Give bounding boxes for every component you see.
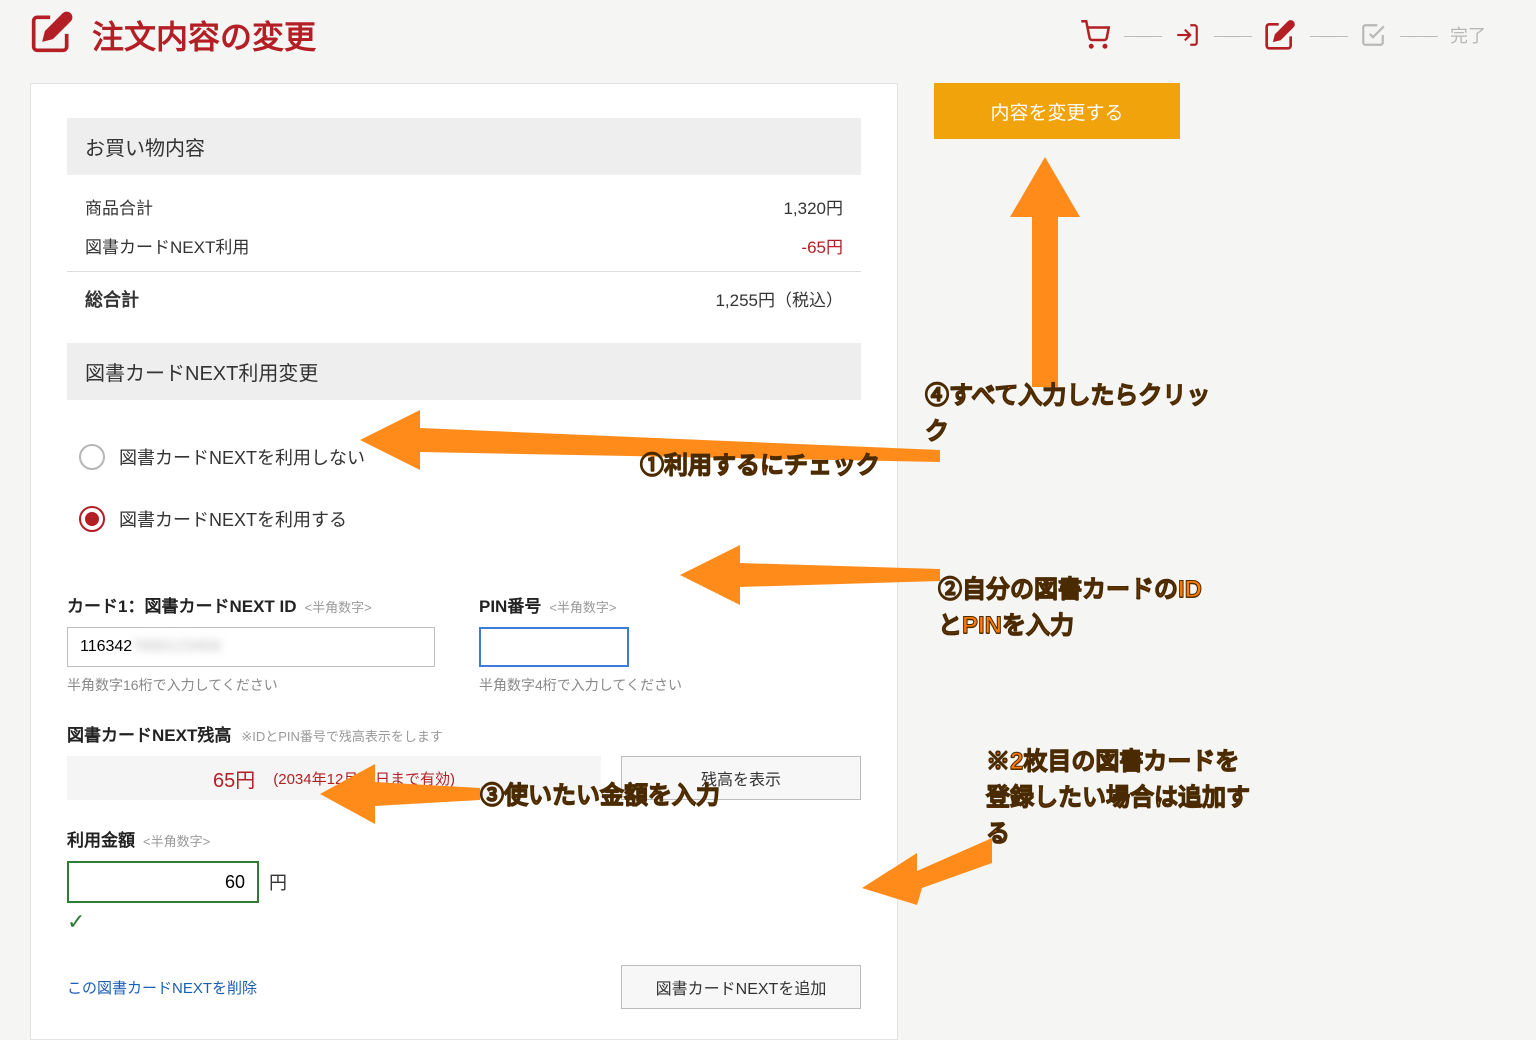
discount-row: 図書カードNEXT利用 -65円: [67, 226, 861, 265]
pin-label: PIN番号: [479, 592, 541, 617]
balance-amount: 65円: [213, 764, 255, 793]
step-sep: ———: [1214, 27, 1250, 43]
option-on-label: 図書カードNEXTを利用する: [119, 506, 347, 532]
balance-hint: ※IDとPIN番号で残高表示をします: [241, 726, 443, 745]
half-num-hint: <半角数字>: [305, 597, 372, 616]
radio-off-icon[interactable]: [79, 444, 105, 470]
balance-display: 65円 (2034年12月31日まで有効): [67, 756, 601, 800]
checkmark-icon: ✓: [67, 909, 861, 935]
balance-expires: (2034年12月31日まで有効): [273, 768, 455, 789]
subtotal-label: 商品合計: [85, 194, 153, 219]
order-panel: お買い物内容 商品合計 1,320円 図書カードNEXT利用 -65円 総合計 …: [30, 83, 898, 1040]
cart-section-head: お買い物内容: [67, 118, 861, 175]
discount-value: -65円: [801, 233, 843, 258]
step-final-label: 完了: [1450, 22, 1486, 48]
use-amount-input[interactable]: [67, 861, 259, 903]
pin-sub: 半角数字4桁で入力してください: [479, 675, 709, 695]
yen-unit: 円: [269, 869, 287, 895]
step-sep: ———: [1310, 27, 1346, 43]
step-sep: ———: [1124, 27, 1160, 43]
confirm-step-icon: [1360, 22, 1386, 48]
radio-on-icon[interactable]: [79, 506, 105, 532]
subtotal-row: 商品合計 1,320円: [67, 187, 861, 226]
card-id-redacted: 7890123456: [132, 638, 221, 656]
total-value: 1,255円（税込）: [715, 286, 843, 312]
pin-input[interactable]: [479, 627, 629, 667]
page-title: 注文内容の変更: [92, 12, 316, 58]
total-label: 総合計: [85, 286, 139, 312]
subtotal-value: 1,320円: [783, 194, 843, 219]
card-id-value-visible: 116342: [80, 638, 132, 656]
discount-label: 図書カードNEXT利用: [85, 233, 249, 258]
edit-icon: [30, 10, 74, 59]
card-id-label: カード1：図書カードNEXT ID: [67, 592, 297, 617]
card-id-input[interactable]: 1163427890123456: [67, 627, 435, 667]
add-card-button[interactable]: 図書カードNEXTを追加: [621, 965, 861, 1009]
next-section-head: 図書カードNEXT利用変更: [67, 343, 861, 400]
card-id-sub: 半角数字16桁で入力してください: [67, 675, 435, 695]
login-icon: [1174, 22, 1200, 48]
progress-steps: ——— ——— ——— ——— 完了: [1080, 19, 1486, 51]
edit-step-icon: [1264, 19, 1296, 51]
option-off-label: 図書カードNEXTを利用しない: [119, 444, 365, 470]
step-sep: ———: [1400, 27, 1436, 43]
option-dont-use[interactable]: 図書カードNEXTを利用しない: [79, 426, 849, 488]
balance-label: 図書カードNEXT残高: [67, 721, 231, 746]
show-balance-button[interactable]: 残高を表示: [621, 756, 861, 800]
half-num-hint: <半角数字>: [143, 831, 210, 850]
use-amount-label: 利用金額: [67, 826, 135, 851]
delete-card-link[interactable]: この図書カードNEXTを削除: [67, 977, 257, 998]
half-num-hint: <半角数字>: [549, 597, 616, 616]
submit-button[interactable]: 内容を変更する: [934, 83, 1180, 139]
option-use[interactable]: 図書カードNEXTを利用する: [79, 488, 849, 550]
total-row: 総合計 1,255円（税込）: [67, 271, 861, 319]
cart-icon: [1080, 20, 1110, 50]
